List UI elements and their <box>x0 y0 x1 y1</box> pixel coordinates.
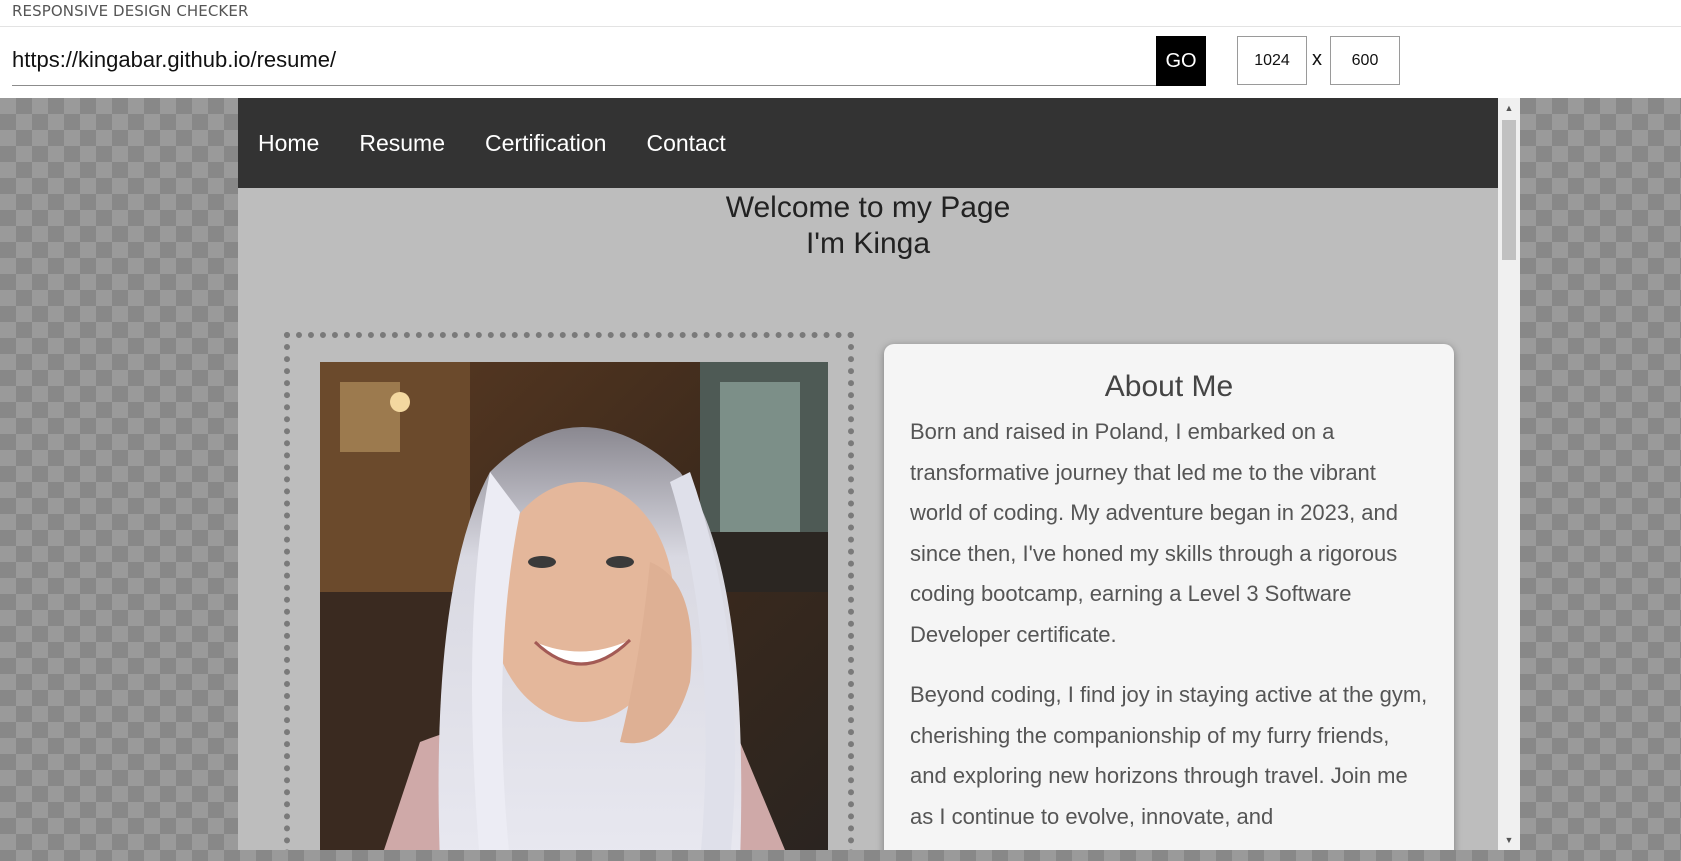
dimension-separator: x <box>1312 48 1322 70</box>
header-divider <box>0 26 1681 27</box>
about-paragraph-2: Beyond coding, I find joy in staying act… <box>910 682 1428 829</box>
site-navbar: Home Resume Certification Contact <box>238 98 1498 188</box>
url-input[interactable] <box>12 36 1156 84</box>
scroll-down-arrow-icon[interactable]: ▼ <box>1498 830 1520 850</box>
go-button[interactable]: GO <box>1156 36 1206 86</box>
preview-frame: Home Resume Certification Contact Welcom… <box>238 98 1520 850</box>
profile-photo <box>320 362 828 850</box>
profile-photo-frame <box>284 332 854 850</box>
about-paragraph-1: Born and raised in Poland, I embarked on… <box>910 419 1398 647</box>
nav-resume-link[interactable]: Resume <box>359 130 445 157</box>
height-input[interactable] <box>1330 36 1400 85</box>
scroll-up-arrow-icon[interactable]: ▲ <box>1498 98 1520 118</box>
preview-scrollbar[interactable]: ▲ ▼ <box>1498 98 1520 850</box>
about-me-card: About Me Born and raised in Poland, I em… <box>884 344 1454 850</box>
nav-certification-link[interactable]: Certification <box>485 130 606 157</box>
scroll-thumb[interactable] <box>1502 120 1516 260</box>
page-heading: Welcome to my Page I'm Kinga <box>238 190 1498 262</box>
about-me-title: About Me <box>1104 370 1234 403</box>
heading-welcome: Welcome to my Page <box>725 191 1011 224</box>
url-field-wrapper <box>12 36 1156 86</box>
heading-name: I'm Kinga <box>805 227 931 260</box>
preview-area: Home Resume Certification Contact Welcom… <box>0 98 1681 861</box>
nav-contact-link[interactable]: Contact <box>646 130 725 157</box>
app-title: RESPONSIVE DESIGN CHECKER <box>12 2 249 20</box>
width-input[interactable] <box>1237 36 1307 85</box>
nav-home-link[interactable]: Home <box>258 130 319 157</box>
